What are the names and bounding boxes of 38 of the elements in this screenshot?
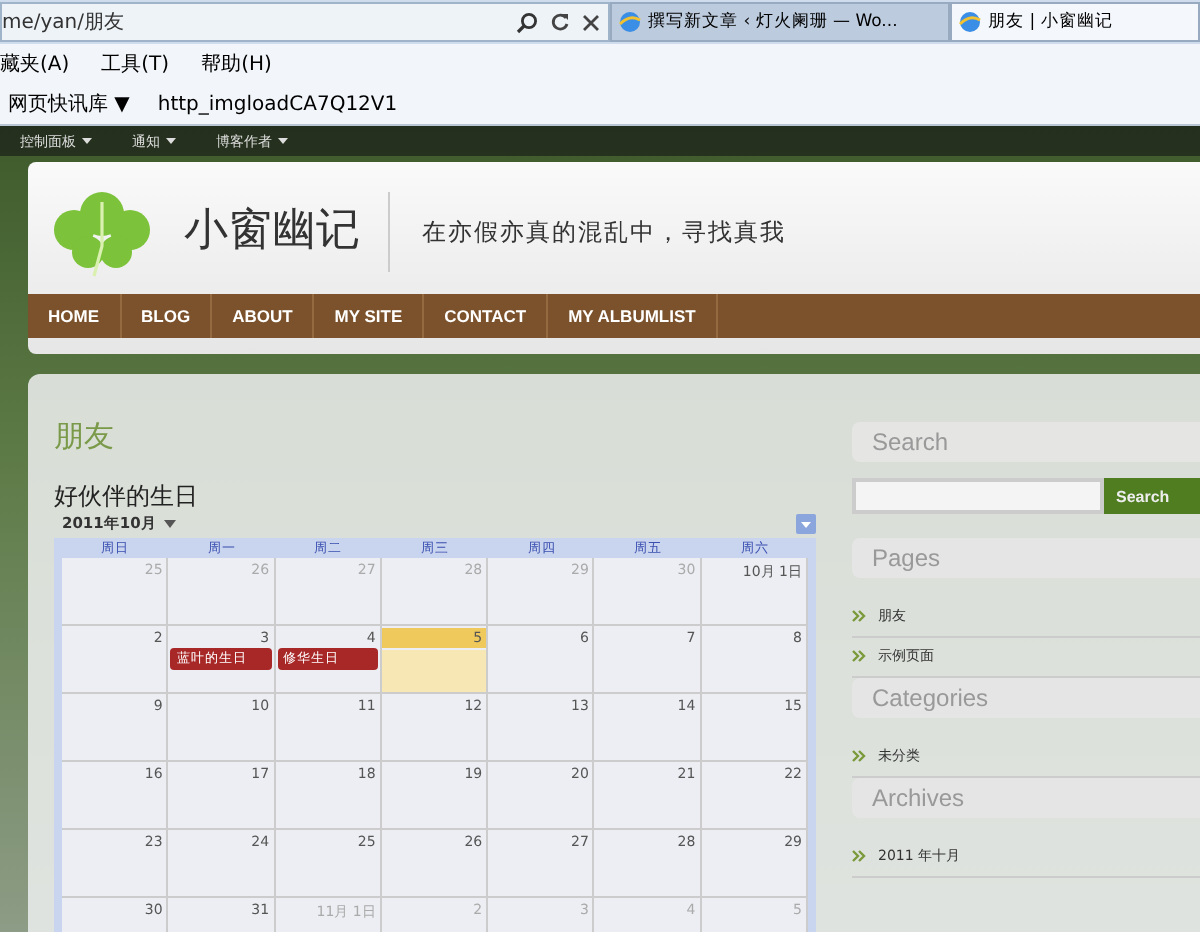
caret-icon xyxy=(278,138,288,144)
leaf-icon xyxy=(48,186,156,278)
favorite-link[interactable]: 网页快讯库 ▼ xyxy=(8,90,130,118)
nav-link[interactable]: MY ALBUMLIST xyxy=(548,294,718,338)
widget-title: Archives xyxy=(852,778,1200,818)
double-chevron-icon xyxy=(852,750,866,762)
favorite-link[interactable]: http_imgloadCA7Q12V1 xyxy=(157,93,398,115)
search-icon[interactable] xyxy=(516,11,538,33)
calendar-title: 好伙伴的生日 xyxy=(54,480,200,514)
caret-icon xyxy=(82,138,92,144)
double-chevron-icon xyxy=(852,650,866,662)
widget-title: Categories xyxy=(852,678,1200,718)
site-title[interactable]: 小窗幽记 xyxy=(184,192,390,272)
nav-link[interactable]: MY SITE xyxy=(314,294,425,338)
search-field[interactable] xyxy=(852,478,1104,514)
menu-item[interactable]: 工具(T) xyxy=(101,50,170,78)
site-tagline: 在亦假亦真的混乱中，寻找真我 xyxy=(422,215,786,249)
widget-title: Pages xyxy=(852,538,1200,578)
nav-link[interactable]: CONTACT xyxy=(424,294,549,338)
menu-item[interactable]: 帮助(H) xyxy=(201,50,272,78)
nav-link[interactable]: HOME xyxy=(28,294,121,338)
refresh-icon[interactable] xyxy=(550,12,570,32)
caret-icon xyxy=(164,520,177,528)
widget-title: Search xyxy=(852,422,1200,462)
browser-tab[interactable]: 撰写新文章 ‹ 灯火阑珊 — Wo... xyxy=(610,2,950,42)
double-chevron-icon xyxy=(852,610,866,622)
menu-item[interactable]: 藏夹(A) xyxy=(0,50,70,78)
address-bar[interactable]: me/yan/朋友 xyxy=(0,2,610,42)
browser-tab[interactable]: 朋友 | 小窗幽记 xyxy=(950,2,1200,42)
double-chevron-icon xyxy=(852,850,866,862)
close-icon[interactable] xyxy=(582,13,600,31)
nav-link[interactable]: ABOUT xyxy=(212,294,315,338)
page-title: 朋友 xyxy=(54,418,116,456)
globe-icon xyxy=(958,10,982,34)
search-button[interactable]: Search xyxy=(1104,478,1200,514)
globe-icon xyxy=(618,10,642,34)
nav-link[interactable]: BLOG xyxy=(121,294,213,338)
caret-icon xyxy=(166,138,176,144)
